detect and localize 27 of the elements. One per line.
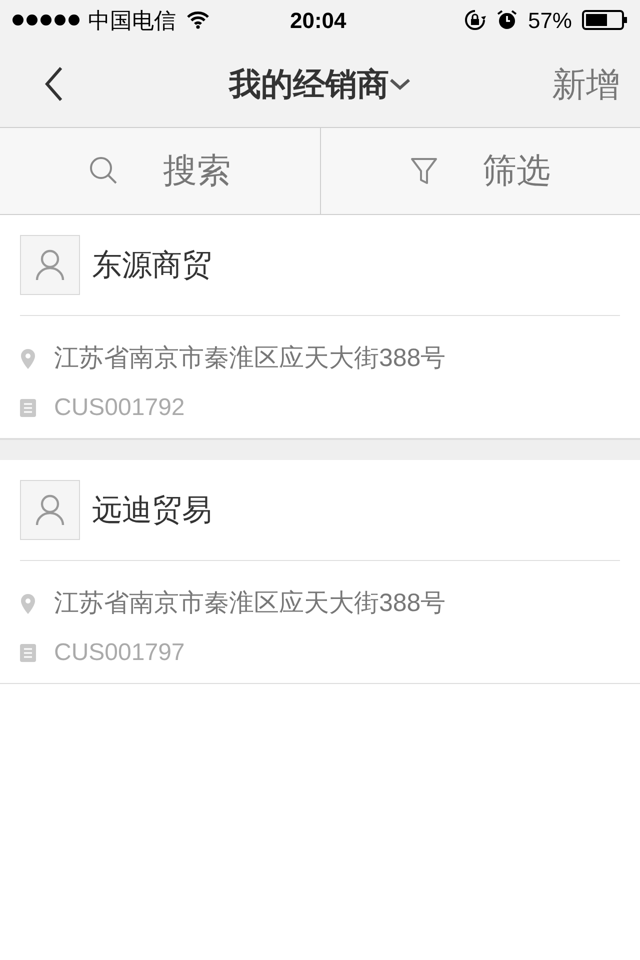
customer-code: CUS001792 <box>54 393 185 423</box>
location-pin-icon <box>20 348 36 370</box>
battery-percent: 57% <box>528 6 572 34</box>
document-icon <box>20 399 36 417</box>
customer-code: CUS001797 <box>54 638 185 668</box>
avatar-icon <box>20 480 80 540</box>
add-button[interactable]: 新增 <box>552 60 620 111</box>
address-text: 江苏省南京市秦淮区应天大街388号 <box>54 588 446 620</box>
page-title: 我的经销商 <box>229 64 389 104</box>
search-button[interactable]: 搜索 <box>0 128 320 214</box>
rotation-lock-icon <box>464 9 486 31</box>
location-pin-icon <box>20 593 36 615</box>
dealer-name: 远迪贸易 <box>92 492 212 528</box>
alarm-icon <box>496 9 518 31</box>
dealer-name: 东源商贸 <box>92 248 212 284</box>
chevron-down-icon[interactable] <box>389 76 411 90</box>
filter-icon <box>410 156 438 186</box>
search-icon <box>88 156 119 186</box>
signal-icon <box>12 14 80 26</box>
address-text: 江苏省南京市秦淮区应天大街388号 <box>54 343 446 374</box>
clock-time: 20:04 <box>290 6 346 34</box>
filter-button[interactable]: 筛选 <box>320 128 640 214</box>
battery-icon <box>582 10 628 30</box>
carrier-name: 中国电信 <box>88 6 176 34</box>
avatar-icon <box>20 235 80 295</box>
document-icon <box>20 644 36 662</box>
wifi-icon <box>186 11 210 29</box>
